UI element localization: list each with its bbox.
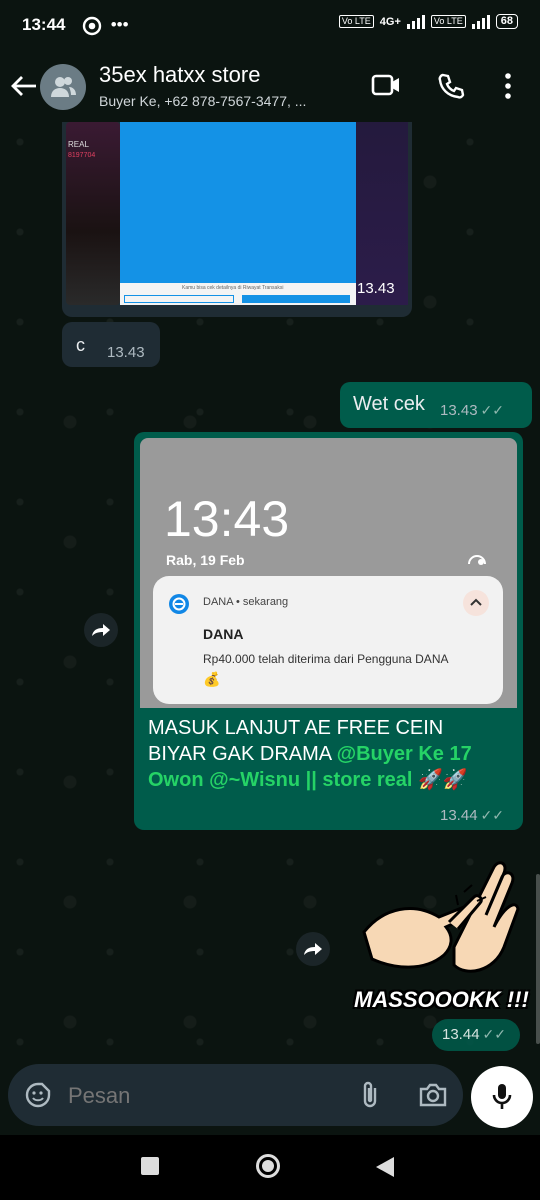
sticker-message[interactable]: MASSOOOKK !!! (350, 847, 530, 1017)
read-ticks-icon: ✓✓ (480, 807, 505, 823)
signal-icon-2 (471, 14, 490, 29)
voice-record-button[interactable] (471, 1066, 533, 1128)
message-text: c (76, 335, 85, 355)
chat-title[interactable]: 35ex hatxx store (99, 62, 260, 88)
whatsapp-notif-icon (82, 16, 102, 35)
group-icon (51, 77, 76, 97)
notification-card: DANA • sekarang DANA Rp40.000 telah dite… (153, 576, 503, 704)
message-time: 13.44 ✓✓ (440, 807, 504, 824)
read-ticks-icon: ✓✓ (482, 1026, 507, 1042)
forward-icon (92, 624, 110, 636)
camera-icon[interactable] (418, 1082, 448, 1113)
image-overlay-text: REAL (68, 140, 89, 149)
image-bottom-panel: Kamu bisa cek detailnya di Riwayat Trans… (120, 283, 356, 305)
hand-gesture-sticker-icon (362, 861, 520, 973)
image-overlay-number: 8197704 (68, 152, 96, 159)
outgoing-image-message[interactable]: 13:43 Rab, 19 Feb DANA • sekarang DANA R… (134, 432, 523, 830)
image-button-white (124, 295, 234, 303)
time-text: 13.44 (442, 1026, 480, 1043)
forward-icon (304, 943, 322, 955)
message-time: 13.44 ✓✓ (442, 1026, 506, 1043)
notification-icons: ••• (82, 15, 129, 36)
time-text: 13.43 (440, 402, 478, 419)
read-ticks-icon: ✓✓ (480, 402, 505, 418)
attach-paperclip-icon[interactable] (359, 1080, 381, 1115)
forward-button-sticker[interactable] (296, 932, 330, 966)
more-options-icon[interactable] (503, 72, 513, 105)
lockscreen-time: 13:43 (164, 491, 290, 547)
status-bar: 13:44 ••• Vo LTE 4G+ Vo LTE 68 (0, 0, 540, 50)
lockscreen-date: Rab, 19 Feb (166, 552, 245, 568)
forward-button[interactable] (84, 613, 118, 647)
group-avatar[interactable] (40, 64, 86, 110)
message-input-bar (8, 1064, 463, 1126)
chat-area[interactable]: REAL 8197704 Kamu bisa cek detailnya di … (0, 122, 540, 1064)
notification-title: DANA (203, 626, 244, 642)
image-screenshot: Kamu bisa cek detailnya di Riwayat Trans… (120, 122, 356, 305)
settings-cog-icon (466, 548, 488, 573)
voice-call-icon[interactable] (437, 72, 465, 105)
home-circle-icon[interactable] (256, 1154, 280, 1178)
status-more-dots: ••• (110, 15, 129, 34)
image-caption-text: Kamu bisa cek detailnya di Riwayat Trans… (182, 285, 284, 291)
sticker-time-badge: 13.44 ✓✓ (432, 1019, 520, 1051)
dana-app-icon (169, 594, 189, 614)
status-indicators: Vo LTE 4G+ Vo LTE 68 (338, 14, 518, 29)
signal-icon (406, 14, 425, 29)
lockscreen-image: 13:43 Rab, 19 Feb DANA • sekarang DANA R… (140, 438, 517, 708)
status-time: 13:44 (22, 15, 66, 34)
image-left-strip: REAL 8197704 (66, 122, 120, 305)
time-text: 13.44 (440, 807, 478, 824)
sticker-emoji-icon[interactable] (24, 1081, 52, 1114)
recents-square-icon[interactable] (141, 1157, 159, 1175)
outgoing-message-wet-cek[interactable]: Wet cek 13.43 ✓✓ (340, 382, 532, 428)
image-button-blue (242, 295, 350, 303)
money-bag-emoji: 💰 (203, 671, 221, 687)
notification-body: Rp40.000 telah diterima dari Pengguna DA… (203, 652, 449, 666)
volte-badge-2: Vo LTE (430, 15, 466, 28)
microphone-icon (490, 1082, 514, 1117)
scrollbar[interactable] (536, 874, 540, 1044)
video-call-icon[interactable] (371, 72, 401, 103)
home-inner-dot (262, 1160, 274, 1172)
image-message[interactable]: REAL 8197704 Kamu bisa cek detailnya di … (62, 122, 412, 317)
message-input[interactable] (66, 1078, 340, 1114)
mention-wisnu[interactable]: @~Wisnu || store real 🚀🚀 (204, 769, 468, 791)
chevron-up-icon (463, 590, 489, 616)
network-type: 4G+ (379, 15, 401, 28)
image-time: 13.43 (357, 280, 395, 297)
message-time: 13.43 ✓✓ (440, 402, 504, 419)
back-arrow-icon[interactable] (10, 72, 38, 105)
chat-header: 35ex hatxx store Buyer Ke, +62 878-7567-… (0, 50, 540, 122)
image-right-strip (356, 122, 408, 305)
battery-indicator: 68 (495, 14, 518, 29)
image-caption: MASUK LANJUT AE FREE CEIN BIYAR GAK DRAM… (148, 715, 478, 793)
volte-badge: Vo LTE (338, 15, 374, 28)
notification-app-name: DANA • sekarang (203, 596, 289, 608)
message-time: 13.43 (107, 344, 145, 361)
sticker-caption: MASSOOOKK !!! (354, 987, 529, 1012)
system-nav-bar (0, 1135, 540, 1200)
back-triangle-icon[interactable] (374, 1155, 396, 1184)
incoming-message-c[interactable]: c 13.43 (62, 322, 160, 367)
chat-subtitle[interactable]: Buyer Ke, +62 878-7567-3477, ... (99, 93, 306, 109)
message-text: Wet cek (353, 393, 425, 415)
